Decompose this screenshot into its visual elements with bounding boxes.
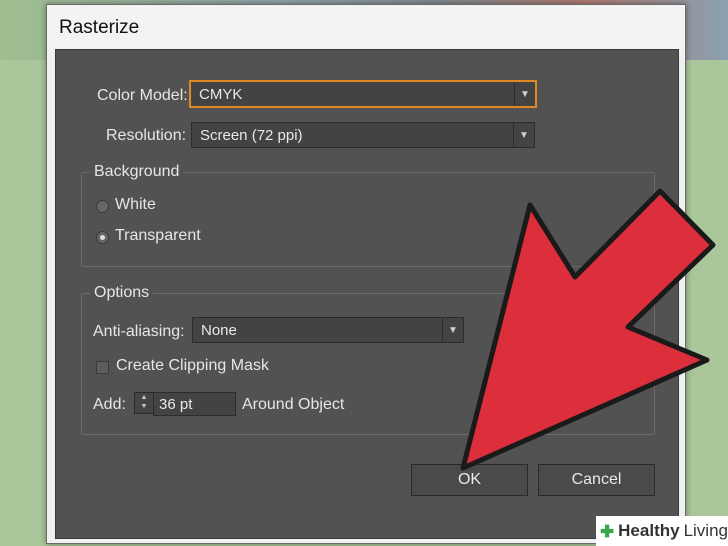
watermark-brand-bold: Healthy [618,521,680,540]
color-model-select[interactable]: CMYK ▼ [189,80,537,108]
color-model-label: Color Model: [97,87,188,104]
white-radio[interactable] [96,200,109,213]
add-stepper[interactable]: ▲ ▼ [134,392,154,414]
white-radio-label[interactable]: White [115,196,156,214]
clipping-mask-label[interactable]: Create Clipping Mask [116,357,269,375]
chevron-down-icon: ▼ [514,82,535,106]
resolution-value: Screen (72 ppi) [200,127,303,144]
healthy-living-watermark: Healthy Living [596,516,728,546]
window-title: Rasterize [59,17,140,38]
clipping-mask-checkbox[interactable] [96,361,109,374]
resolution-select[interactable]: Screen (72 ppi) ▼ [191,122,535,148]
add-label: Add: [93,396,126,413]
transparent-radio[interactable] [96,231,109,244]
resolution-label: Resolution: [106,127,187,144]
anti-aliasing-select[interactable]: None ▼ [192,317,464,343]
anti-aliasing-label: Anti-aliasing: [93,323,185,340]
transparent-radio-label[interactable]: Transparent [115,227,201,245]
title-bar: Rasterize [47,5,685,49]
red-pointer-arrow [460,188,716,471]
add-suffix-label: Around Object [242,396,345,413]
options-group-title: Options [90,284,154,302]
chevron-down-icon: ▼ [513,123,534,147]
plus-icon [600,524,614,538]
color-model-value: CMYK [199,86,243,103]
add-value-field[interactable]: 36 pt [153,392,236,416]
background-group-title: Background [90,163,184,181]
anti-aliasing-value: None [201,322,237,339]
watermark-brand: Living [683,521,728,540]
